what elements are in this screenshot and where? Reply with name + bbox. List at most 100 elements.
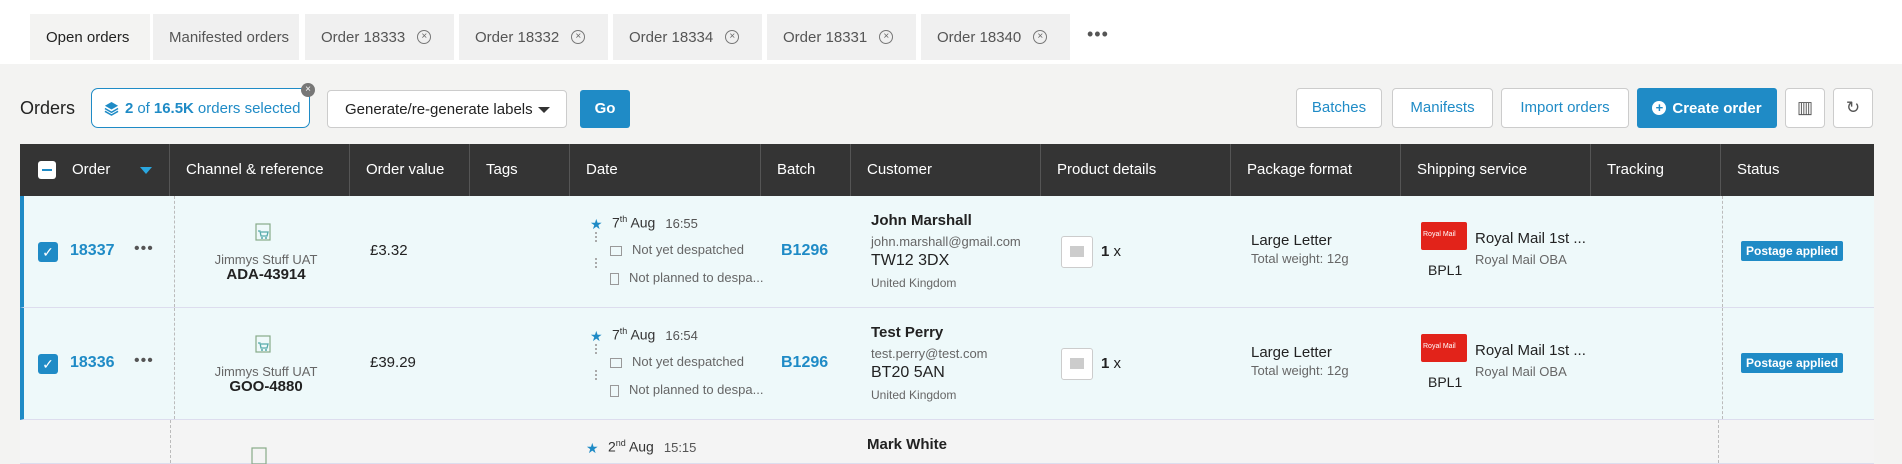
tab-order-18332[interactable]: Order 18332 ×	[459, 14, 608, 60]
divider	[1722, 308, 1723, 419]
col-label: Date	[586, 161, 618, 178]
customer-name: John Marshall	[871, 212, 972, 229]
channel-cart-icon	[255, 335, 271, 353]
batch-link[interactable]: B1296	[781, 354, 828, 372]
import-orders-button[interactable]: Import orders	[1501, 88, 1629, 128]
shipping-service: Royal Mail 1st ...	[1475, 230, 1586, 247]
tab-bar: Open orders Manifested orders Order 1833…	[0, 0, 1902, 64]
bulk-action-value: Generate/re-generate labels	[345, 100, 533, 118]
manifests-button[interactable]: Manifests	[1392, 88, 1493, 128]
row-menu-icon[interactable]: •••	[134, 240, 154, 258]
channel-name: Jimmys Stuff UAT	[214, 364, 318, 379]
col-order-value[interactable]: Order value	[350, 144, 470, 196]
col-tracking[interactable]: Tracking	[1591, 144, 1721, 196]
selected-suffix: orders selected	[197, 99, 301, 117]
close-icon[interactable]: ×	[571, 30, 586, 44]
tab-label: Order 18334	[629, 28, 714, 46]
table-row[interactable]: ✓ 18337 ••• Jimmys Stuff UAT ADA-43914 £…	[20, 196, 1874, 308]
channel-reference: ADA-43914	[226, 266, 306, 283]
status-badge: Postage applied	[1741, 353, 1844, 373]
col-label: Status	[1737, 161, 1780, 178]
col-shipping-service[interactable]: Shipping service	[1401, 144, 1591, 196]
divider	[170, 420, 171, 463]
columns-icon[interactable]: ▥	[1785, 88, 1825, 128]
col-package-format[interactable]: Package format	[1231, 144, 1401, 196]
col-label: Customer	[867, 161, 933, 178]
package-format: Large Letter	[1251, 232, 1332, 249]
more-tabs-icon[interactable]: •••	[1087, 24, 1109, 45]
close-icon[interactable]: ×	[1033, 30, 1048, 44]
select-all-checkbox[interactable]	[38, 161, 56, 179]
timeline-dots	[595, 370, 597, 380]
selected-total: 16.5K	[153, 99, 194, 117]
col-label: Order	[72, 161, 111, 178]
planned-status: Not planned to despa...	[610, 270, 763, 285]
col-label: Product details	[1057, 161, 1157, 178]
col-tags[interactable]: Tags	[470, 144, 570, 196]
carrier-code: BPL1	[1428, 262, 1463, 278]
order-value: £3.32	[370, 242, 408, 259]
close-icon[interactable]: ×	[417, 30, 432, 44]
customer-country: United Kingdom	[871, 276, 957, 290]
col-label: Channel & reference	[186, 161, 324, 178]
col-product-details[interactable]: Product details	[1041, 144, 1231, 196]
row-checkbox[interactable]: ✓	[38, 354, 58, 374]
shipping-service-sub: Royal Mail OBA	[1475, 364, 1567, 379]
refresh-icon[interactable]: ↻	[1833, 88, 1873, 128]
channel-reference: GOO-4880	[229, 378, 303, 395]
row-menu-icon[interactable]: •••	[134, 352, 154, 370]
status-badge: Postage applied	[1741, 241, 1844, 261]
orders-table-header: Order Channel & reference Order value Ta…	[20, 144, 1874, 196]
tab-open-orders[interactable]: Open orders	[30, 14, 150, 60]
create-order-button[interactable]: + Create order	[1637, 88, 1777, 128]
col-order[interactable]: Order	[20, 144, 170, 196]
plus-icon: +	[1652, 101, 1667, 115]
product-image-icon	[1061, 236, 1093, 268]
close-icon[interactable]: ×	[725, 30, 740, 44]
timeline-dots	[595, 232, 597, 242]
clear-selection-icon[interactable]: ×	[301, 83, 315, 97]
order-date: 7th Aug 16:54	[612, 326, 698, 343]
shipping-service: Royal Mail 1st ...	[1475, 342, 1586, 359]
tab-order-18331[interactable]: Order 18331 ×	[767, 14, 916, 60]
row-checkbox[interactable]: ✓	[38, 242, 58, 262]
tab-manifested-orders[interactable]: Manifested orders	[153, 14, 299, 60]
col-label: Tags	[486, 161, 518, 178]
col-label: Package format	[1247, 161, 1353, 178]
order-value: £39.29	[370, 354, 416, 371]
tab-order-18333[interactable]: Order 18333 ×	[305, 14, 454, 60]
package-format: Large Letter	[1251, 344, 1332, 361]
despatch-status: Not yet despatched	[610, 242, 744, 257]
batch-link[interactable]: B1296	[781, 242, 828, 260]
col-channel[interactable]: Channel & reference	[170, 144, 350, 196]
table-row[interactable]: ★ 2nd Aug 15:15 Mark White	[20, 420, 1874, 464]
go-button[interactable]: Go	[580, 90, 630, 128]
timeline-dots	[595, 258, 597, 268]
table-row[interactable]: ✓ 18336 ••• Jimmys Stuff UAT GOO-4880 £3…	[20, 308, 1874, 420]
tab-order-18334[interactable]: Order 18334 ×	[613, 14, 762, 60]
chevron-down-icon	[538, 107, 550, 113]
package-weight: Total weight: 12g	[1251, 363, 1349, 378]
selected-orders-pill[interactable]: 2 of 16.5K orders selected ×	[91, 83, 315, 128]
order-number-link[interactable]: 18336	[70, 354, 115, 372]
col-status[interactable]: Status	[1721, 144, 1874, 196]
order-number-link[interactable]: 18337	[70, 242, 115, 260]
tab-label: Open orders	[46, 28, 130, 46]
col-customer[interactable]: Customer	[851, 144, 1041, 196]
order-date: 7th Aug 16:55	[612, 214, 698, 231]
tab-order-18340[interactable]: Order 18340 ×	[921, 14, 1070, 60]
customer-country: United Kingdom	[871, 388, 957, 402]
product-quantity: 1 x	[1101, 355, 1122, 372]
col-date[interactable]: Date	[570, 144, 761, 196]
product-quantity: 1 x	[1101, 243, 1122, 260]
package-weight: Total weight: 12g	[1251, 251, 1349, 266]
carrier-code: BPL1	[1428, 374, 1463, 390]
sort-desc-icon[interactable]	[140, 166, 153, 174]
col-batch[interactable]: Batch	[761, 144, 851, 196]
create-order-label: Create order	[1672, 99, 1762, 117]
customer-name: Mark White	[867, 436, 948, 453]
batches-button[interactable]: Batches	[1296, 88, 1382, 128]
close-icon[interactable]: ×	[879, 30, 894, 44]
bulk-action-select[interactable]: Generate/re-generate labels	[327, 90, 567, 128]
channel-cart-icon	[251, 447, 267, 464]
